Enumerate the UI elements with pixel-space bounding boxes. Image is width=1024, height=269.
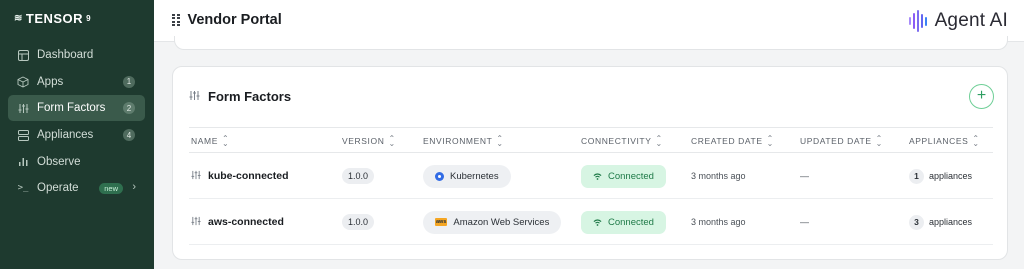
created-date: 3 months ago [691, 217, 746, 227]
column-header-appliances[interactable]: APPLIANCES ⌃ ⌄ [909, 134, 980, 148]
sort-icon: ⌃ ⌄ [875, 134, 883, 148]
column-header-updated-date[interactable]: UPDATED DATE ⌃ ⌄ [800, 134, 883, 148]
column-header-created-date[interactable]: CREATED DATE ⌃ ⌄ [691, 134, 774, 148]
wifi-icon [593, 172, 602, 180]
sliders-icon [16, 101, 30, 115]
sliders-icon [191, 216, 201, 229]
page-title: Vendor Portal [187, 12, 282, 28]
sort-icon: ⌃ ⌄ [221, 134, 230, 148]
sidebar-item-appliances[interactable]: Appliances 4 [8, 122, 145, 148]
add-form-factor-button[interactable]: + [969, 84, 994, 109]
sidebar-item-operate[interactable]: >_ Operate new › [8, 175, 145, 201]
table-row[interactable]: kube-connected 1.0.0 Kubernetes Connecte… [189, 153, 993, 199]
version-pill: 1.0.0 [342, 168, 375, 184]
updated-date: — [800, 171, 809, 181]
portal-grid-icon [172, 13, 180, 27]
status-label: Connected [608, 170, 654, 182]
previous-card [174, 36, 1008, 50]
form-factor-name[interactable]: aws-connected [208, 216, 284, 228]
brand-superscript: 9 [86, 14, 92, 23]
row-name-cell: aws-connected [191, 199, 284, 245]
status-label: Connected [608, 216, 654, 228]
bar-chart-icon [16, 155, 30, 169]
column-header-name[interactable]: NAME ⌃ ⌄ [191, 134, 230, 148]
updated-date: — [800, 217, 809, 227]
count-badge: 2 [123, 102, 135, 115]
sidebar-item-label: Form Factors [37, 102, 106, 115]
sidebar-item-label: Dashboard [37, 49, 94, 61]
sliders-icon [189, 89, 200, 104]
form-factors-table: NAME ⌃ ⌄ VERSION ⌃ ⌄ ENVIRONMENT ⌃ ⌄ CONNECTIV… [189, 127, 993, 245]
count-badge: 1 [123, 75, 135, 88]
card-title: Form Factors [208, 89, 292, 104]
terminal-icon: >_ [17, 183, 29, 194]
sort-icon: ⌃ ⌄ [496, 134, 504, 148]
environment-label: Kubernetes [450, 170, 499, 182]
tensor-logo-icon: ≋ [14, 13, 23, 24]
form-factor-name[interactable]: kube-connected [208, 170, 289, 182]
dashboard-icon [16, 48, 30, 62]
sidebar-item-observe[interactable]: Observe [8, 149, 145, 175]
status-badge: Connected [581, 164, 666, 188]
wifi-icon [593, 218, 602, 226]
cube-icon [16, 75, 30, 89]
sidebar-item-label: Appliances [37, 129, 94, 142]
sidebar: ≋ TENSOR 9 Dashboard Apps 1 Form Factors … [0, 0, 154, 269]
sort-icon: ⌃ ⌄ [655, 134, 663, 148]
table-header: NAME ⌃ ⌄ VERSION ⌃ ⌄ ENVIRONMENT ⌃ ⌄ CONNECTIV… [189, 127, 993, 153]
sidebar-item-form-factors[interactable]: Form Factors 2 [8, 95, 145, 122]
column-header-connectivity[interactable]: CONNECTIVITY ⌃ ⌄ [581, 134, 663, 148]
sidebar-item-dashboard[interactable]: Dashboard [8, 42, 145, 68]
sort-icon: ⌃ ⌄ [766, 134, 774, 148]
sidebar-item-apps[interactable]: Apps 1 [8, 69, 145, 95]
created-date: 3 months ago [691, 171, 746, 181]
version-pill: 1.0.0 [342, 214, 375, 230]
appliances-count[interactable]: 3 appliances [909, 214, 972, 230]
sidebar-item-label: Observe [37, 155, 81, 168]
environment-chip: Kubernetes [423, 164, 511, 188]
status-badge: Connected [581, 210, 666, 234]
sidebar-nav: Dashboard Apps 1 Form Factors 2 Applianc… [8, 42, 145, 202]
chevron-right-icon[interactable]: › [132, 181, 136, 193]
appliances-count[interactable]: 1 appliances [909, 168, 972, 184]
agent-ai-logo: Agent AI [908, 9, 1008, 33]
environment-label: Amazon Web Services [453, 216, 550, 228]
logo-text: Agent AI [934, 10, 1008, 31]
row-name-cell: kube-connected [191, 153, 289, 199]
sort-icon: ⌃ ⌄ [388, 134, 396, 148]
aws-logo-icon: aws [435, 218, 448, 226]
table-row[interactable]: aws-connected 1.0.0 aws Amazon Web Servic… [189, 199, 993, 245]
sidebar-item-label: Apps [37, 75, 64, 88]
sliders-icon [191, 170, 201, 183]
waveform-icon [908, 9, 927, 33]
brand-logo[interactable]: ≋ TENSOR 9 [14, 11, 91, 26]
environment-chip: aws Amazon Web Services [423, 210, 562, 234]
kubernetes-icon [435, 171, 444, 181]
column-header-version[interactable]: VERSION ⌃ ⌄ [342, 134, 396, 148]
server-icon [16, 128, 30, 142]
brand-name: TENSOR [25, 11, 84, 26]
sort-icon: ⌃ ⌄ [972, 134, 980, 148]
sidebar-item-label: Operate [37, 182, 79, 195]
new-badge: new [99, 183, 123, 195]
count-badge: 4 [123, 129, 135, 142]
column-header-environment[interactable]: ENVIRONMENT ⌃ ⌄ [423, 134, 504, 148]
form-factors-card: Form Factors + NAME ⌃ ⌄ VERSION ⌃ ⌄ ENVIRONM… [172, 66, 1008, 260]
